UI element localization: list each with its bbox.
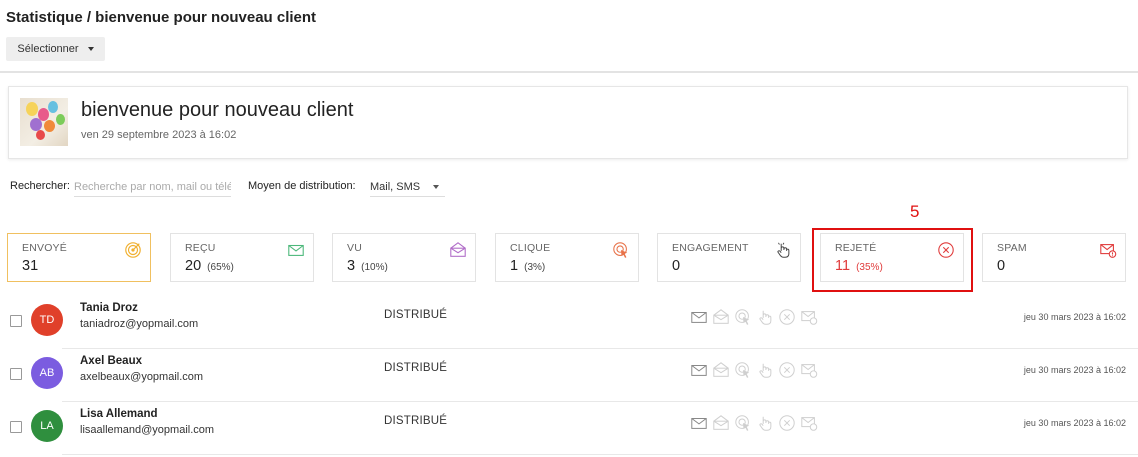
click-target-icon	[735, 415, 750, 431]
campaign-date: ven 29 septembre 2023 à 16:02	[81, 129, 237, 141]
stat-card-vu[interactable]: VU 3 (10%)	[332, 233, 476, 282]
stat-percent: (10%)	[361, 262, 388, 273]
spam-mail-icon	[801, 417, 818, 431]
open-envelope-icon	[713, 362, 729, 377]
caret-down-icon	[87, 47, 94, 51]
contact-row[interactable]: LA Lisa Allemand lisaallemand@yopmail.co…	[0, 402, 1138, 454]
search-input[interactable]	[74, 177, 231, 197]
hand-pointer-icon	[759, 310, 772, 325]
stat-value-wrap: 31	[22, 258, 38, 274]
envelope-icon	[691, 365, 707, 376]
caret-down-icon	[433, 184, 439, 189]
delivery-status: DISTRIBUÉ	[384, 415, 448, 427]
row-status-icons	[690, 414, 818, 432]
avatar: LA	[31, 410, 63, 442]
stat-percent: (3%)	[524, 262, 546, 273]
contact-name: Lisa Allemand	[80, 408, 158, 420]
stat-value: 0	[672, 258, 681, 274]
row-checkbox[interactable]	[10, 368, 22, 380]
stat-value: 20	[185, 258, 202, 274]
stat-value: 1	[510, 258, 519, 274]
spam-mail-icon	[1100, 244, 1117, 258]
click-target-icon	[735, 309, 750, 325]
row-status-icons	[690, 308, 818, 326]
click-target-icon	[735, 362, 750, 378]
stat-value-wrap: 0	[997, 258, 1005, 274]
envelope-icon	[691, 418, 707, 429]
campaign-title: bienvenue pour nouveau client	[81, 99, 354, 121]
stat-value-wrap: 20 (65%)	[185, 258, 234, 274]
open-envelope-icon	[713, 415, 729, 430]
page-title: Statistique / bienvenue pour nouveau cli…	[6, 9, 317, 26]
contact-email: lisaallemand@yopmail.com	[80, 424, 215, 436]
distribution-label: Moyen de distribution:	[248, 180, 356, 192]
stat-label: REÇU	[185, 242, 216, 254]
x-circle-icon	[779, 415, 795, 431]
stat-label: ENGAGEMENT	[672, 242, 749, 254]
stat-card-clique[interactable]: CLIQUE 1 (3%)	[495, 233, 639, 282]
select-dropdown-button[interactable]: Sélectionner	[6, 37, 105, 61]
row-checkbox[interactable]	[10, 421, 22, 433]
hand-pointer-icon	[759, 416, 772, 431]
stat-card-engagement[interactable]: ENGAGEMENT 0	[657, 233, 801, 282]
delivery-status: DISTRIBUÉ	[384, 362, 448, 374]
annotation-number: 5	[910, 202, 920, 221]
campaign-header-card: bienvenue pour nouveau client ven 29 sep…	[8, 86, 1128, 159]
click-target-icon	[613, 242, 628, 258]
row-status-icons	[690, 361, 818, 379]
stat-label: SPAM	[997, 242, 1027, 254]
contact-email: axelbeaux@yopmail.com	[80, 371, 204, 383]
delivery-status: DISTRIBUÉ	[384, 309, 448, 321]
contact-row[interactable]: TD Tania Droz taniadroz@yopmail.com DIST…	[0, 296, 1138, 348]
search-label: Rechercher:	[10, 180, 70, 192]
row-date: jeu 30 mars 2023 à 16:02	[1023, 312, 1126, 322]
row-date: jeu 30 mars 2023 à 16:02	[1023, 365, 1126, 375]
stat-card-envoye[interactable]: ENVOYÉ 31	[7, 233, 151, 282]
stat-label: VU	[347, 242, 362, 254]
distribution-value: Mail, SMS	[370, 180, 421, 193]
avatar: AB	[31, 357, 63, 389]
highlight-box	[812, 228, 973, 292]
header-divider	[0, 71, 1138, 73]
open-envelope-icon	[713, 309, 729, 324]
stat-label: CLIQUE	[510, 242, 551, 254]
row-date: jeu 30 mars 2023 à 16:02	[1023, 418, 1126, 428]
stat-value: 3	[347, 258, 356, 274]
stat-label: ENVOYÉ	[22, 242, 67, 254]
x-circle-icon	[779, 362, 795, 378]
stat-value-wrap: 0	[672, 258, 680, 274]
stat-value-wrap: 1 (3%)	[510, 258, 545, 274]
stat-percent: (65%)	[207, 262, 234, 273]
envelope-icon	[288, 244, 304, 256]
contact-email: taniadroz@yopmail.com	[80, 318, 199, 330]
stat-value: 0	[997, 258, 1006, 274]
distribution-select[interactable]: Mail, SMS	[370, 177, 445, 197]
spam-mail-icon	[801, 311, 818, 325]
hand-pointer-icon	[777, 242, 790, 258]
stat-value: 31	[22, 258, 39, 274]
envelope-icon	[691, 312, 707, 323]
row-divider	[62, 454, 1138, 455]
row-checkbox[interactable]	[10, 315, 22, 327]
target-icon	[125, 242, 141, 258]
campaign-thumbnail	[20, 98, 68, 146]
contact-name: Axel Beaux	[80, 355, 143, 367]
open-envelope-icon	[450, 242, 466, 257]
contact-row[interactable]: AB Axel Beaux axelbeaux@yopmail.com DIST…	[0, 349, 1138, 401]
contact-name: Tania Droz	[80, 302, 138, 314]
spam-mail-icon	[801, 364, 818, 378]
stat-card-spam[interactable]: SPAM 0	[982, 233, 1126, 282]
avatar: TD	[31, 304, 63, 336]
stat-value-wrap: 3 (10%)	[347, 258, 388, 274]
x-circle-icon	[779, 309, 795, 325]
hand-pointer-icon	[759, 363, 772, 378]
select-button-label: Sélectionner	[17, 43, 79, 55]
stat-card-recu[interactable]: REÇU 20 (65%)	[170, 233, 314, 282]
